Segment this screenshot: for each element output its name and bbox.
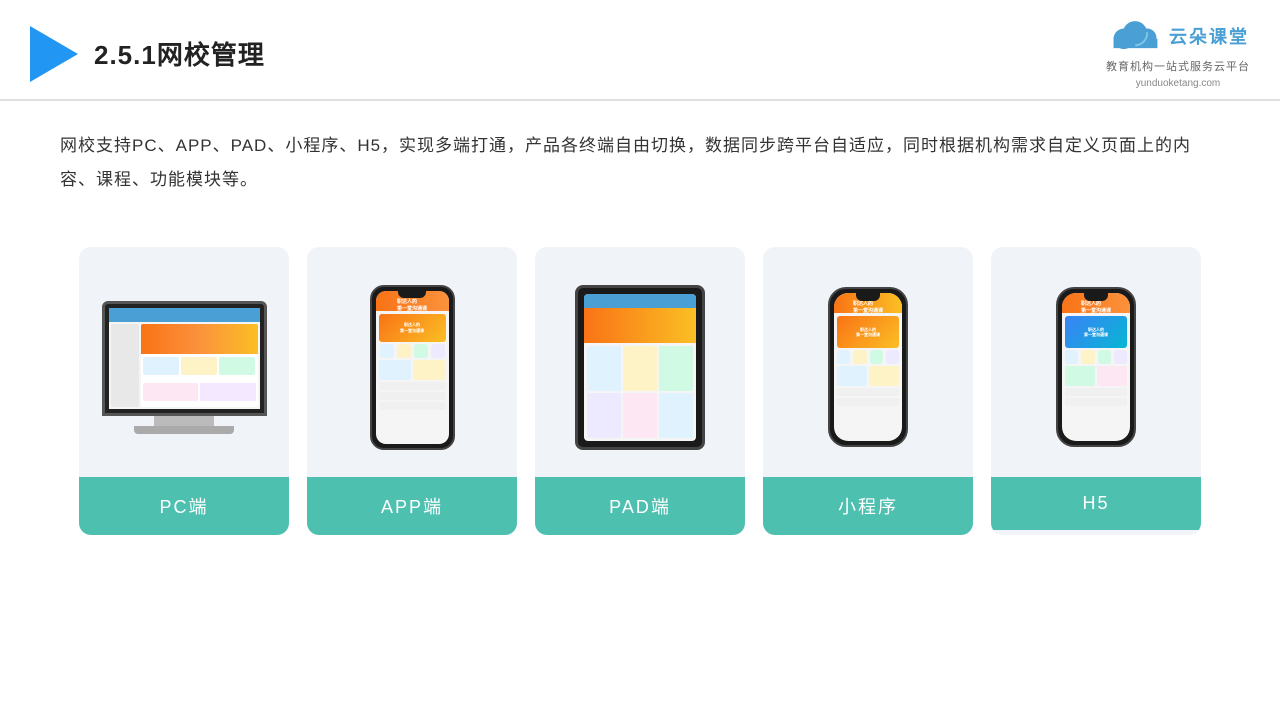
phone-mockup-mini: 职达人的第一堂沟通课 职达人的第一堂沟通课: [828, 287, 908, 447]
card-h5-label: H5: [991, 477, 1201, 530]
card-pad-label: PAD端: [535, 477, 745, 535]
brand-tagline: 教育机构一站式服务云平台: [1106, 58, 1250, 74]
pc-screen: [102, 301, 267, 416]
card-pc-image: [79, 267, 289, 467]
logo-triangle-icon: [30, 26, 78, 82]
brand-name: 云朵课堂: [1169, 23, 1249, 49]
card-pad: PAD端: [535, 247, 745, 535]
header-left: 2.5.1网校管理: [30, 26, 265, 82]
card-app-image: 职达人的第一堂沟通课 职达人的第一堂沟通课: [307, 267, 517, 467]
description-text: 网校支持PC、APP、PAD、小程序、H5，实现多端打通，产品各终端自由切换，数…: [0, 101, 1280, 207]
card-h5-image: 职达人的第一堂沟通课 职达人的第一堂沟通课: [991, 267, 1201, 467]
cloud-icon: [1107, 18, 1163, 54]
card-miniprogram: 职达人的第一堂沟通课 职达人的第一堂沟通课: [763, 247, 973, 535]
brand-url: yunduoketang.com: [1136, 78, 1221, 89]
cloud-logo: 云朵课堂: [1107, 18, 1249, 54]
cards-container: PC端 职达人的第一堂沟通课 职达人的第一堂沟通课: [0, 217, 1280, 565]
card-app-label: APP端: [307, 477, 517, 535]
brand-area: 云朵课堂 教育机构一站式服务云平台 yunduoketang.com: [1106, 18, 1250, 89]
card-miniprogram-label: 小程序: [763, 477, 973, 535]
tablet-mockup: [575, 285, 705, 450]
phone-mockup-app: 职达人的第一堂沟通课 职达人的第一堂沟通课: [370, 285, 455, 450]
card-pc: PC端: [79, 247, 289, 535]
card-pc-label: PC端: [79, 477, 289, 535]
card-app: 职达人的第一堂沟通课 职达人的第一堂沟通课: [307, 247, 517, 535]
header: 2.5.1网校管理 云朵课堂 教育机构一站式服务云平台 yunduoketang…: [0, 0, 1280, 101]
page-title: 2.5.1网校管理: [94, 35, 265, 72]
card-pad-image: [535, 267, 745, 467]
pc-mockup: [102, 301, 267, 434]
card-miniprogram-image: 职达人的第一堂沟通课 职达人的第一堂沟通课: [763, 267, 973, 467]
card-h5: 职达人的第一堂沟通课 职达人的第一堂沟通课: [991, 247, 1201, 535]
phone-mockup-h5: 职达人的第一堂沟通课 职达人的第一堂沟通课: [1056, 287, 1136, 447]
